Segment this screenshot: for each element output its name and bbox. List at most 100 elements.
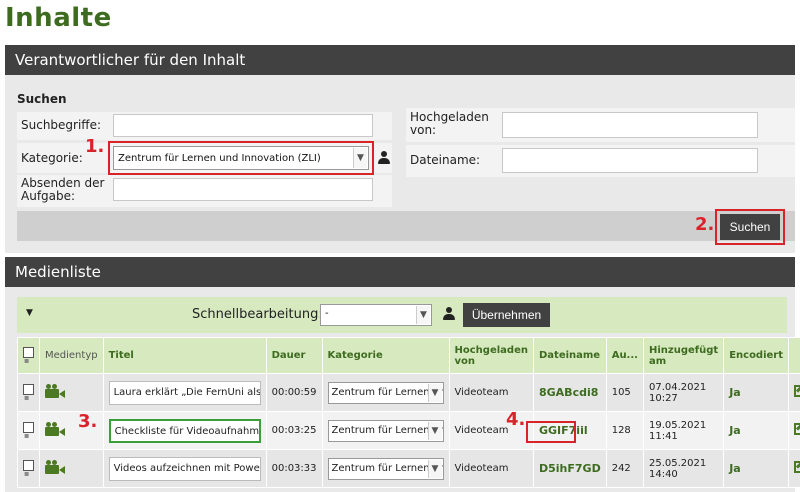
- uploader-cell: Videoteam: [448, 449, 534, 488]
- col-header-actions: [788, 337, 800, 374]
- media-type-cell: [39, 449, 104, 488]
- search-panel: Suchen Suchbegriffe: Kategorie: Zentrum …: [5, 75, 795, 253]
- date-cell: 07.04.2021 10:27: [642, 373, 725, 412]
- person-icon[interactable]: [378, 151, 390, 164]
- col-header-medientyp[interactable]: Medientyp: [39, 337, 104, 374]
- time-value: 14:40: [648, 468, 678, 480]
- quick-edit-select-value: -: [325, 308, 329, 319]
- col-header-au[interactable]: Au...: [605, 337, 644, 374]
- au-cell: 128: [605, 411, 644, 450]
- category-select[interactable]: Zentrum für Lernen und ▼: [327, 457, 444, 480]
- quick-edit-select[interactable]: - ▼: [320, 304, 432, 326]
- date-value: 25.05.2021: [648, 457, 707, 469]
- col-header-kategorie[interactable]: Kategorie: [321, 337, 450, 374]
- suchbegriffe-input[interactable]: [113, 114, 373, 137]
- date-value: 19.05.2021: [648, 419, 707, 431]
- chevron-down-icon: ▼: [427, 459, 442, 478]
- date-cell: 19.05.2021 11:41: [642, 411, 725, 450]
- hochgeladen-label: Hochgeladen von:: [410, 110, 489, 137]
- title-input[interactable]: Checkliste für Videoaufnahmen im Stu: [108, 418, 261, 443]
- chevron-down-icon: ▼: [427, 421, 442, 440]
- kategorie-label: Kategorie:: [21, 151, 83, 165]
- au-cell: 242: [605, 449, 644, 488]
- section-header-medienliste: Medienliste: [5, 257, 795, 287]
- title-cell: Laura erklärt „Die FernUni als Ausbildu: [102, 373, 267, 412]
- quick-edit-bar: ▼ Schnellbearbeitung: - ▼ Übernehmen: [17, 297, 787, 333]
- col-header-titel[interactable]: Titel: [102, 337, 267, 374]
- filename-cell: 8GABcdi8: [532, 373, 607, 412]
- encoded-cell: Ja: [723, 449, 790, 488]
- actions-cell: [788, 411, 800, 450]
- search-button[interactable]: Suchen: [720, 214, 780, 240]
- duration-cell: 00:03:25: [265, 411, 323, 450]
- category-cell: Zentrum für Lernen und ▼: [321, 411, 450, 450]
- category-select[interactable]: Zentrum für Lernen und ▼: [327, 381, 444, 404]
- title-input[interactable]: Videos aufzeichnen mit Powerpoint (": [108, 456, 261, 481]
- filename-link[interactable]: D5ihF7GD: [539, 462, 601, 475]
- col-header-encodiert[interactable]: Encodiert: [723, 337, 790, 374]
- annotation-number-2: 2.: [695, 214, 715, 235]
- row-checkbox-cell[interactable]: ▪: [17, 449, 40, 488]
- duration-cell: 00:00:59: [265, 373, 323, 412]
- row-checkbox-cell[interactable]: ▪: [17, 373, 40, 412]
- media-type-cell: [39, 373, 104, 412]
- encoded-cell: Ja: [723, 411, 790, 450]
- date-cell: 25.05.2021 14:40: [642, 449, 725, 488]
- suchbegriffe-label: Suchbegriffe:: [21, 118, 102, 132]
- select-all-header[interactable]: ▪: [17, 337, 40, 374]
- edit-icon[interactable]: [794, 385, 800, 397]
- uploader-cell: Videoteam: [448, 373, 534, 412]
- video-camera-icon: [45, 422, 65, 436]
- absenden-input[interactable]: [113, 178, 373, 201]
- submit-bar: [17, 211, 795, 241]
- edit-icon[interactable]: [794, 423, 800, 435]
- duration-cell: 00:03:33: [265, 449, 323, 488]
- row-checkbox-cell[interactable]: ▪: [17, 411, 40, 450]
- category-cell: Zentrum für Lernen und ▼: [321, 449, 450, 488]
- row-dot-icon: ▪: [24, 393, 30, 403]
- encoded-value: Ja: [729, 386, 741, 399]
- table-row: ▪ Checkliste für Videoaufnahmen im Stu 0…: [17, 411, 800, 450]
- section-header-verantwortlicher: Verantwortlicher für den Inhalt: [5, 45, 795, 75]
- encoded-cell: Ja: [723, 373, 790, 412]
- search-title: Suchen: [17, 92, 67, 106]
- annotation-number-3: 3.: [78, 411, 98, 432]
- annotation-box-4: [526, 421, 576, 443]
- time-value: 10:27: [648, 392, 678, 404]
- title-cell: Checkliste für Videoaufnahmen im Stu: [102, 411, 267, 450]
- hochgeladen-input[interactable]: [502, 112, 758, 138]
- date-value: 07.04.2021: [648, 381, 707, 393]
- title-cell: Videos aufzeichnen mit Powerpoint (": [102, 449, 267, 488]
- person-icon[interactable]: [443, 307, 455, 320]
- title-input[interactable]: Laura erklärt „Die FernUni als Ausbildu: [108, 380, 261, 405]
- page-title: Inhalte: [5, 3, 112, 33]
- encoded-value: Ja: [729, 424, 741, 437]
- dateiname-input[interactable]: [502, 148, 758, 173]
- video-camera-icon: [45, 460, 65, 474]
- row-dot-icon: ▪: [24, 469, 30, 479]
- category-select[interactable]: Zentrum für Lernen und ▼: [327, 419, 444, 442]
- col-header-dateiname[interactable]: Dateiname: [532, 337, 607, 374]
- absenden-label: Absenden der Aufgabe:: [21, 176, 105, 203]
- table-header-row: ▪ Medientyp Titel Dauer Kategorie Hochge…: [17, 337, 800, 374]
- edit-icon[interactable]: [794, 461, 800, 473]
- col-header-hinzugefuegt[interactable]: Hinzugefügt am: [642, 337, 725, 374]
- row-dot-icon: ▪: [24, 431, 30, 441]
- actions-cell: [788, 373, 800, 412]
- actions-cell: [788, 449, 800, 488]
- time-value: 11:41: [648, 430, 678, 442]
- chevron-down-icon: ▼: [416, 306, 430, 324]
- annotation-number-1: 1.: [85, 136, 105, 157]
- annotation-number-4: 4.: [506, 409, 526, 430]
- apply-button[interactable]: Übernehmen: [463, 303, 550, 327]
- dateiname-label: Dateiname:: [410, 153, 481, 167]
- filename-link[interactable]: 8GABcdi8: [539, 386, 598, 399]
- collapse-toggle-icon[interactable]: ▼: [26, 308, 33, 318]
- au-cell: 105: [605, 373, 644, 412]
- table-row: ▪ Videos aufzeichnen mit Powerpoint (" 0…: [17, 449, 800, 488]
- col-header-dauer[interactable]: Dauer: [265, 337, 323, 374]
- encoded-value: Ja: [729, 462, 741, 475]
- col-header-hochgeladen[interactable]: Hochgeladen von: [448, 337, 534, 374]
- quick-edit-label: Schnellbearbeitung:: [192, 307, 323, 322]
- video-camera-icon: [45, 384, 65, 398]
